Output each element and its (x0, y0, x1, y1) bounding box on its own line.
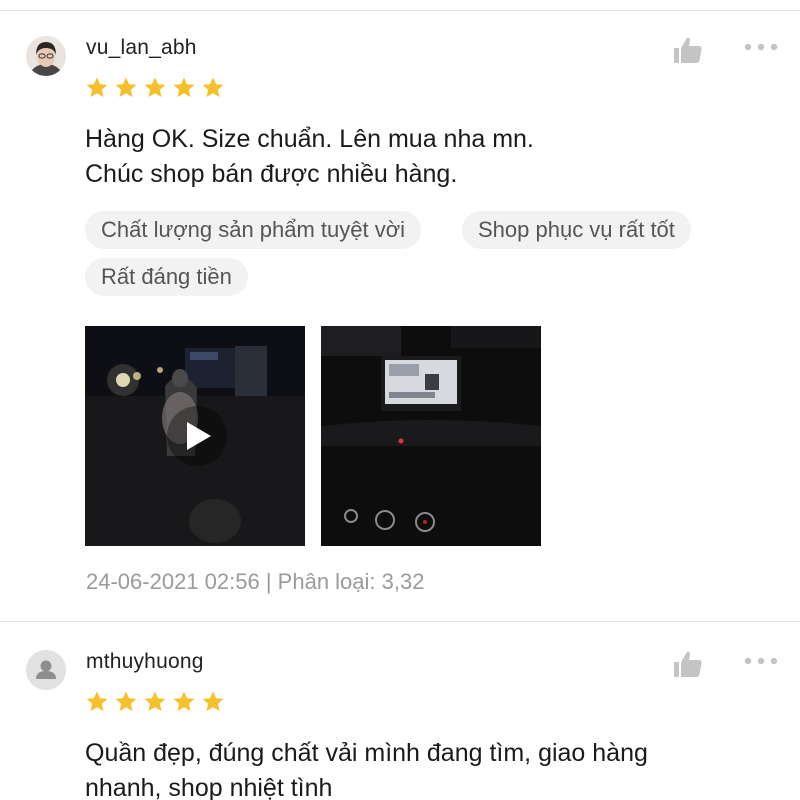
review-video-thumbnail[interactable] (85, 326, 305, 546)
review-list: vu_lan_abh Hàng OK. Size chuẩn. Lên mua … (0, 0, 800, 800)
star-icon (115, 77, 137, 97)
username[interactable]: mthuyhuong (86, 650, 204, 674)
star-icon (86, 77, 108, 97)
review-image-thumbnail[interactable] (321, 326, 541, 546)
divider (0, 10, 800, 11)
review-tag[interactable]: Shop phục vụ rất tốt (462, 211, 691, 249)
variation-value: 3,32 (381, 569, 425, 594)
star-icon (202, 691, 224, 711)
review-text: Hàng OK. Size chuẩn. Lên mua nha mn. Chú… (85, 125, 534, 188)
rating-stars (85, 690, 225, 714)
star-icon (202, 77, 224, 97)
user-icon (26, 650, 66, 690)
user-avatar[interactable] (26, 36, 66, 76)
review-meta: 24-06-2021 02:56 | Phân loại: 3,32 (86, 569, 424, 595)
star-icon (173, 691, 195, 711)
meta-separator: | (265, 569, 272, 594)
review-timestamp: 24-06-2021 02:56 (86, 569, 260, 594)
username[interactable]: vu_lan_abh (86, 36, 197, 60)
more-options-icon[interactable] (744, 654, 778, 668)
review-tag[interactable]: Rất đáng tiền (85, 258, 248, 296)
more-options-icon[interactable] (744, 40, 778, 54)
variation-label: Phân loại: (277, 569, 376, 594)
user-avatar[interactable] (26, 650, 66, 690)
star-icon (173, 77, 195, 97)
star-icon (86, 691, 108, 711)
thumbs-up-icon[interactable] (672, 36, 704, 64)
review-tag[interactable]: Chất lượng sản phẩm tuyệt vời (85, 211, 422, 249)
star-icon (115, 691, 137, 711)
thumbs-up-icon[interactable] (672, 650, 704, 678)
star-icon (144, 77, 166, 97)
review-text: Quần đẹp, đúng chất vải mình đang tìm, g… (85, 739, 648, 800)
divider (0, 621, 800, 622)
rating-stars (85, 76, 225, 100)
star-icon (144, 691, 166, 711)
